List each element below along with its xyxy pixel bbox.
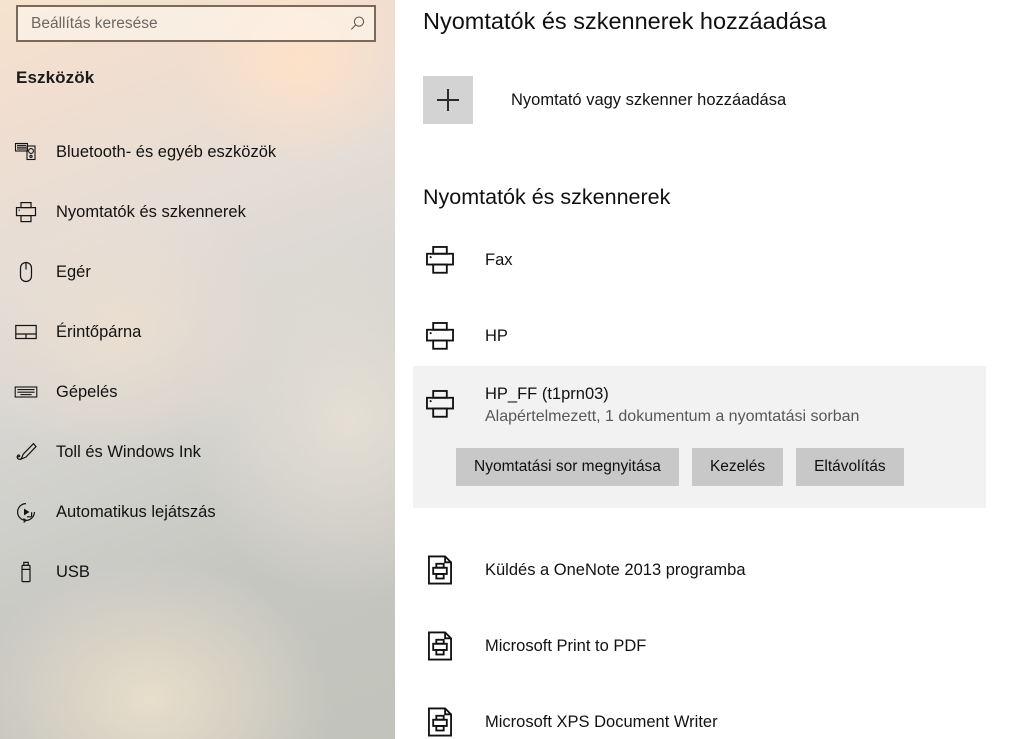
sidebar-item-touchpad[interactable]: Érintőpárna [0, 302, 395, 362]
pen-icon [14, 440, 48, 464]
sidebar-item-mouse[interactable]: Egér [0, 242, 395, 302]
printer-status: Alapértelmezett, 1 dokumentum a nyomtatá… [485, 408, 860, 425]
plus-icon [437, 89, 459, 111]
open-print-queue-button[interactable]: Nyomtatási sor megnyitása [456, 448, 679, 486]
printer-icon [423, 243, 469, 277]
sidebar-item-usb[interactable]: USB [0, 542, 395, 602]
printer-name: Fax [485, 250, 513, 269]
search-input[interactable] [18, 7, 340, 40]
printer-list-item-fax[interactable]: Fax [395, 222, 1019, 298]
sidebar-item-printers-and-scanners[interactable]: Nyomtatók és szkennerek [0, 182, 395, 242]
sidebar-item-label: USB [56, 562, 90, 581]
usb-icon [14, 560, 48, 584]
printer-name: HP [485, 326, 508, 345]
printer-list-item-hp[interactable]: HP [395, 298, 1019, 374]
printer-icon [423, 319, 469, 353]
sidebar-item-label: Automatikus lejátszás [56, 502, 216, 521]
sidebar-item-label: Nyomtatók és szkennerek [56, 202, 246, 221]
printer-name: Microsoft XPS Document Writer [485, 712, 718, 731]
keyboard-icon [14, 380, 48, 404]
sidebar-item-bluetooth-and-other-devices[interactable]: Bluetooth- és egyéb eszközök [0, 122, 395, 182]
sidebar-item-pen-and-windows-ink[interactable]: Toll és Windows Ink [0, 422, 395, 482]
add-printer-button[interactable] [423, 76, 473, 124]
printer-list-item-selected[interactable]: HP_FF (t1prn03) Alapértelmezett, 1 dokum… [413, 366, 986, 508]
sidebar-item-typing[interactable]: Gépelés [0, 362, 395, 422]
printer-name: Küldés a OneNote 2013 programba [485, 560, 746, 579]
devices-icon [14, 140, 48, 164]
manage-button[interactable]: Kezelés [691, 448, 784, 486]
printer-actions: Nyomtatási sor megnyitása Kezelés Eltávo… [413, 429, 986, 508]
printer-icon [423, 383, 469, 421]
sidebar-item-label: Egér [56, 262, 91, 281]
printer-name: Microsoft Print to PDF [485, 636, 647, 655]
sidebar-section-title: Eszközök [16, 68, 95, 87]
sidebar-item-label: Bluetooth- és egyéb eszközök [56, 142, 277, 161]
search-box[interactable] [16, 5, 376, 42]
mouse-icon [14, 260, 48, 284]
sidebar-nav: Bluetooth- és egyéb eszközök Nyomtatók é… [0, 122, 395, 602]
settings-sidebar: Eszközök Bluetooth- [0, 0, 395, 739]
page-title: Nyomtatók és szkennerek hozzáadása [423, 8, 827, 34]
virtual-printer-icon [423, 629, 469, 663]
add-printer-label: Nyomtató vagy szkenner hozzáadása [511, 90, 787, 109]
sidebar-item-label: Toll és Windows Ink [56, 442, 201, 461]
printer-list-item-onenote[interactable]: Küldés a OneNote 2013 programba [395, 532, 1019, 608]
search-icon[interactable] [340, 7, 374, 40]
sidebar-item-label: Érintőpárna [56, 322, 142, 341]
printer-name: HP_FF (t1prn03) [485, 385, 609, 403]
add-printer-row[interactable]: Nyomtató vagy szkenner hozzáadása [423, 76, 786, 124]
printers-section-heading: Nyomtatók és szkennerek [423, 185, 671, 209]
printer-list-item-print-to-pdf[interactable]: Microsoft Print to PDF [395, 608, 1019, 684]
printers-settings-pane: Nyomtatók és szkennerek hozzáadása Nyomt… [395, 0, 1019, 739]
printers-list: Fax HP HP_FF (t1prn03) Alapértelmezett, … [395, 222, 1019, 739]
printer-list-item-xps-writer[interactable]: Microsoft XPS Document Writer [395, 684, 1019, 739]
sidebar-item-autoplay[interactable]: Automatikus lejátszás [0, 482, 395, 542]
virtual-printer-icon [423, 705, 469, 739]
autoplay-icon [14, 500, 48, 524]
printer-icon [14, 200, 48, 224]
sidebar-item-label: Gépelés [56, 382, 118, 401]
touchpad-icon [14, 320, 48, 344]
settings-window: Eszközök Bluetooth- [0, 0, 1019, 739]
virtual-printer-icon [423, 553, 469, 587]
remove-device-button[interactable]: Eltávolítás [796, 448, 904, 486]
